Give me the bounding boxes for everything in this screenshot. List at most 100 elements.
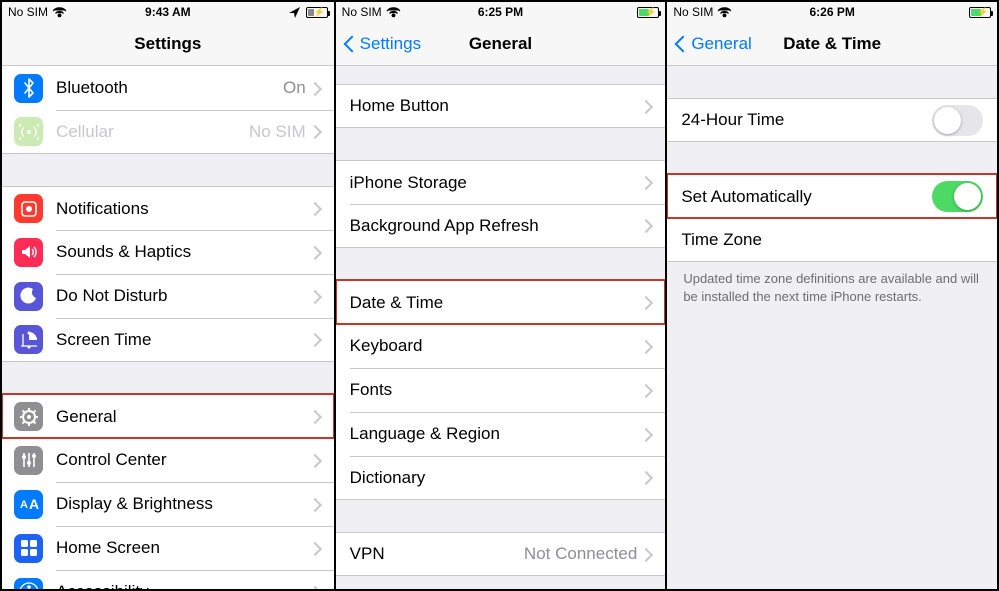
chevron-right-icon [643, 340, 651, 353]
cell-accessibility[interactable]: Accessibility [2, 570, 334, 589]
cell-label: Screen Time [56, 330, 312, 350]
chevron-left-icon [344, 34, 356, 54]
cell-background-app-refresh[interactable]: Background App Refresh [336, 204, 666, 248]
status-bar: No SIM 6:26 PM ⚡ [667, 2, 997, 22]
group-spacer [336, 500, 666, 532]
chevron-right-icon [643, 176, 651, 189]
cell-display-brightness[interactable]: AA Display & Brightness [2, 482, 334, 526]
cell-label: 24-Hour Time [681, 110, 932, 130]
chevron-right-icon [312, 498, 320, 511]
sounds-icon [14, 238, 43, 267]
cell-notifications[interactable]: Notifications [2, 186, 334, 230]
chevron-right-icon [312, 82, 320, 95]
cell-bluetooth[interactable]: Bluetooth On [2, 66, 334, 110]
cell-label: Background App Refresh [350, 216, 644, 236]
cell-do-not-disturb[interactable]: Do Not Disturb [2, 274, 334, 318]
group-spacer [336, 66, 666, 84]
cell-label: iPhone Storage [350, 173, 644, 193]
chevron-right-icon [643, 471, 651, 484]
chevron-right-icon [312, 246, 320, 259]
accessibility-icon [14, 578, 43, 590]
homescreen-icon [14, 534, 43, 563]
nav-back-button[interactable]: General [675, 22, 751, 65]
chevron-right-icon [312, 454, 320, 467]
battery-icon: ⚡ [304, 7, 328, 18]
status-time: 6:26 PM [667, 5, 997, 19]
cell-label: Control Center [56, 450, 312, 470]
nav-bar: Settings General [336, 22, 666, 66]
group-spacer [336, 576, 666, 589]
status-bar: No SIM 6:25 PM ⚡ [336, 2, 666, 22]
chevron-right-icon [643, 100, 651, 113]
cell-label: VPN [350, 544, 524, 564]
cell-label: Set Automatically [681, 187, 932, 207]
cell-group: VPN Not Connected [336, 532, 666, 576]
cell-cellular[interactable]: Cellular No SIM [2, 110, 334, 154]
cell-group: Home Button [336, 84, 666, 128]
chevron-right-icon [312, 410, 320, 423]
cell-group: 24-Hour Time [667, 98, 997, 142]
cell-language-region[interactable]: Language & Region [336, 412, 666, 456]
chevron-right-icon [312, 333, 320, 346]
cellular-icon [14, 117, 43, 146]
dnd-icon [14, 282, 43, 311]
nav-bar: Settings [2, 22, 334, 66]
cell-date-time[interactable]: Date & Time [336, 280, 666, 324]
cell-general[interactable]: General [2, 394, 334, 438]
cell-set-automatically[interactable]: Set Automatically [667, 174, 997, 218]
cell-dictionary[interactable]: Dictionary [336, 456, 666, 500]
cell-label: Home Button [350, 96, 644, 116]
cell-label: General [56, 407, 312, 427]
cell-control-center[interactable]: Control Center [2, 438, 334, 482]
cell-label: Date & Time [350, 293, 644, 313]
toggle-switch[interactable] [932, 181, 983, 212]
nav-back-label: Settings [360, 34, 421, 54]
cell-iphone-storage[interactable]: iPhone Storage [336, 160, 666, 204]
group-spacer [336, 128, 666, 160]
controlcenter-icon [14, 446, 43, 475]
cell-value: On [283, 78, 306, 98]
chevron-right-icon [643, 296, 651, 309]
chevron-right-icon [643, 219, 651, 232]
cell-group: Notifications Sounds & Haptics Do Not Di… [2, 186, 334, 362]
toggle-switch[interactable] [932, 105, 983, 136]
chevron-right-icon [643, 548, 651, 561]
cell-home-screen[interactable]: Home Screen [2, 526, 334, 570]
nav-back-button[interactable]: Settings [344, 22, 421, 65]
battery-icon: ⚡ [967, 7, 991, 18]
footer-note: Updated time zone definitions are availa… [667, 262, 997, 313]
group-spacer [336, 248, 666, 280]
chevron-right-icon [312, 290, 320, 303]
cell-label: Keyboard [350, 336, 644, 356]
group-spacer [2, 362, 334, 394]
cell-vpn[interactable]: VPN Not Connected [336, 532, 666, 576]
cell-time-zone[interactable]: Time Zone [667, 218, 997, 262]
cell-group: Set Automatically Time Zone [667, 174, 997, 262]
cell-label: Notifications [56, 199, 312, 219]
status-bar: No SIM 9:43 AM ⚡ [2, 2, 334, 22]
cell-label: Fonts [350, 380, 644, 400]
chevron-right-icon [312, 202, 320, 215]
chevron-left-icon [675, 34, 687, 54]
group-spacer [2, 154, 334, 186]
group-spacer [667, 66, 997, 98]
chevron-right-icon [312, 125, 320, 138]
cell-label: Accessibility [56, 582, 312, 589]
bluetooth-icon [14, 74, 43, 103]
nav-title: Date & Time [783, 34, 881, 54]
cell-sounds-haptics[interactable]: Sounds & Haptics [2, 230, 334, 274]
svg-text:A: A [20, 499, 28, 511]
cell-label: Display & Brightness [56, 494, 312, 514]
cell-screen-time[interactable]: Screen Time [2, 318, 334, 362]
cell-fonts[interactable]: Fonts [336, 368, 666, 412]
cell-group: iPhone Storage Background App Refresh [336, 160, 666, 248]
cell-label: Sounds & Haptics [56, 242, 312, 262]
cell-label: Do Not Disturb [56, 286, 312, 306]
cell-group: Bluetooth On Cellular No SIM [2, 66, 334, 154]
cell-value: Not Connected [524, 544, 637, 564]
cell-home-button[interactable]: Home Button [336, 84, 666, 128]
cell-24-hour-time[interactable]: 24-Hour Time [667, 98, 997, 142]
nav-title: Settings [134, 34, 201, 54]
cell-keyboard[interactable]: Keyboard [336, 324, 666, 368]
status-time: 6:25 PM [336, 5, 666, 19]
